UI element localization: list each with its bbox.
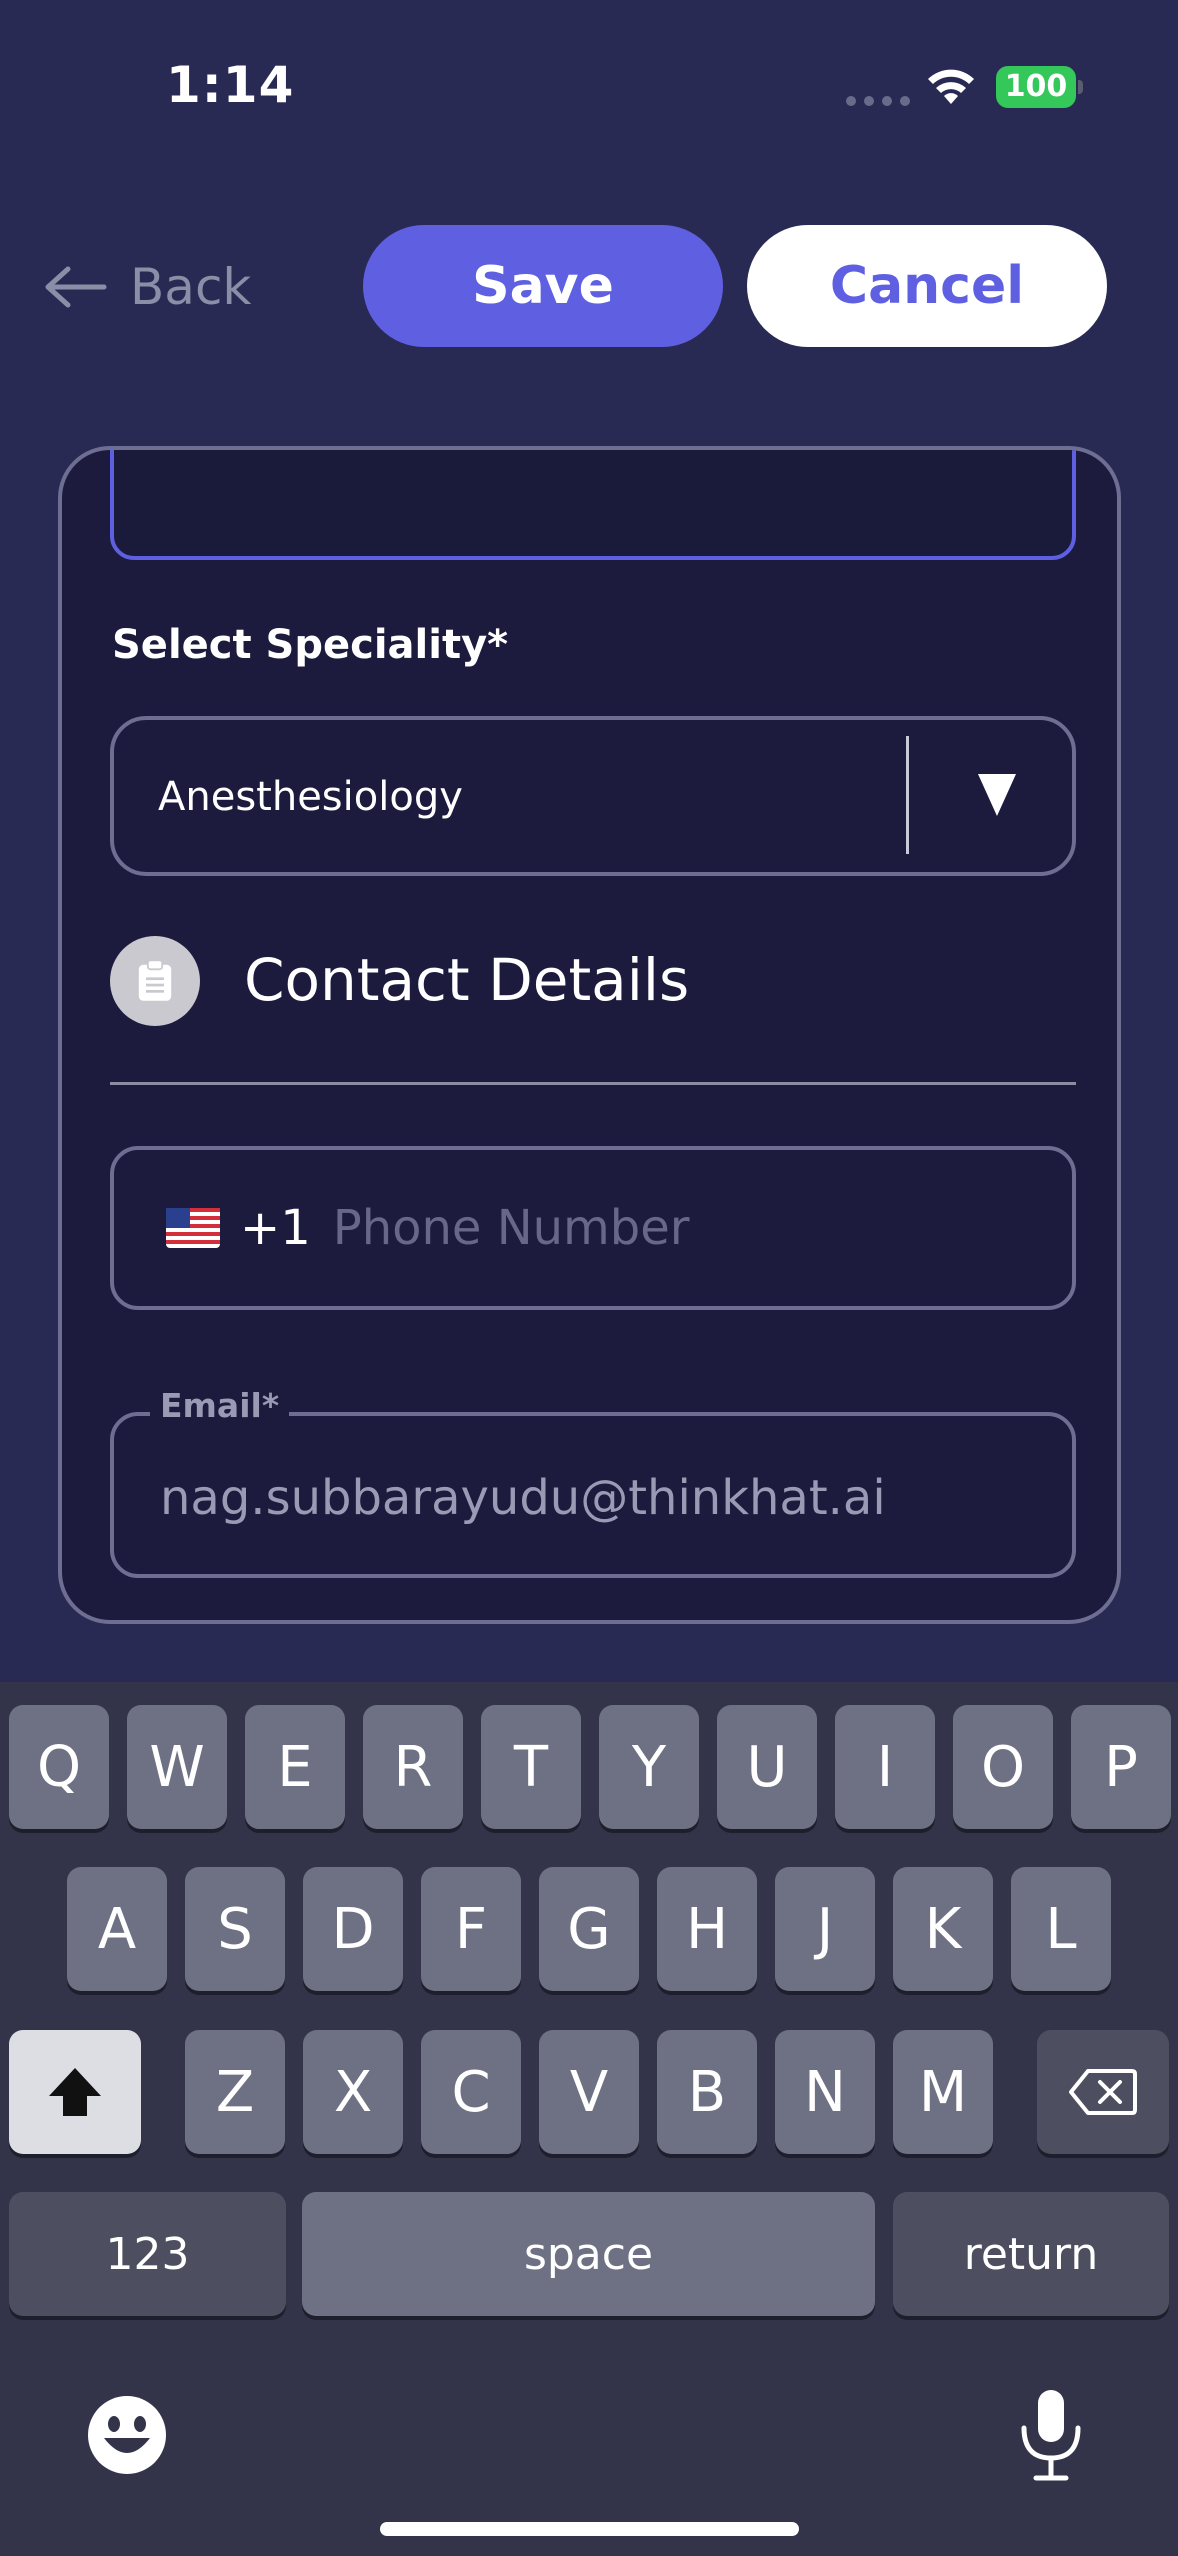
key-e[interactable]: E (245, 1705, 345, 1829)
key-b[interactable]: B (657, 2030, 757, 2154)
battery-icon: 100 (996, 66, 1076, 108)
phone-number-field[interactable]: +1 Phone Number (110, 1146, 1076, 1310)
key-p[interactable]: P (1071, 1705, 1171, 1829)
previous-text-input[interactable] (110, 450, 1076, 560)
key-o[interactable]: O (953, 1705, 1053, 1829)
cancel-button[interactable]: Cancel (747, 225, 1107, 347)
phone-number-input[interactable]: Phone Number (333, 1200, 690, 1256)
key-c[interactable]: C (421, 2030, 521, 2154)
key-h[interactable]: H (657, 1867, 757, 1991)
key-y[interactable]: Y (599, 1705, 699, 1829)
email-field[interactable]: Email* nag.subbarayudu@thinkhat.ai (110, 1386, 1076, 1578)
key-x[interactable]: X (303, 2030, 403, 2154)
key-w[interactable]: W (127, 1705, 227, 1829)
speciality-value: Anesthesiology (158, 774, 463, 820)
email-input[interactable]: nag.subbarayudu@thinkhat.ai (160, 1470, 886, 1526)
save-button[interactable]: Save (363, 225, 723, 347)
key-m[interactable]: M (893, 2030, 993, 2154)
form-card: Select Speciality* Anesthesiology Contac… (58, 446, 1121, 1624)
dropdown-arrow-icon[interactable] (978, 774, 1016, 816)
microphone-icon[interactable] (1016, 2388, 1086, 2482)
space-key[interactable]: space (302, 2192, 875, 2316)
backspace-icon (1069, 2069, 1137, 2115)
key-a[interactable]: A (67, 1867, 167, 1991)
wifi-icon (928, 69, 974, 104)
shift-key[interactable] (9, 2030, 141, 2154)
key-i[interactable]: I (835, 1705, 935, 1829)
contact-details-title: Contact Details (244, 946, 690, 1014)
email-label: Email* (150, 1386, 290, 1425)
speciality-label: Select Speciality* (112, 622, 509, 668)
us-flag-icon (166, 1208, 220, 1248)
shift-icon (49, 2068, 101, 2116)
battery-cap (1078, 80, 1083, 94)
key-q[interactable]: Q (9, 1705, 109, 1829)
key-n[interactable]: N (775, 2030, 875, 2154)
back-button[interactable]: Back (44, 252, 251, 322)
status-time: 1:14 (166, 56, 295, 114)
key-d[interactable]: D (303, 1867, 403, 1991)
emoji-icon[interactable] (86, 2394, 168, 2476)
cellular-signal-icon (846, 96, 910, 106)
key-g[interactable]: G (539, 1867, 639, 1991)
numbers-key[interactable]: 123 (9, 2192, 286, 2316)
key-s[interactable]: S (185, 1867, 285, 1991)
speciality-select[interactable]: Anesthesiology (110, 716, 1076, 876)
key-f[interactable]: F (421, 1867, 521, 1991)
home-indicator (380, 2522, 799, 2536)
key-v[interactable]: V (539, 2030, 639, 2154)
back-arrow-icon (45, 266, 107, 308)
return-key[interactable]: return (893, 2192, 1169, 2316)
clipboard-icon (110, 936, 200, 1026)
key-k[interactable]: K (893, 1867, 993, 1991)
country-code[interactable]: +1 (240, 1200, 311, 1256)
keyboard: Q W E R T Y U I O P A S D F G H J K L Z … (0, 1682, 1178, 2556)
key-u[interactable]: U (717, 1705, 817, 1829)
key-t[interactable]: T (481, 1705, 581, 1829)
back-label: Back (130, 258, 252, 316)
key-z[interactable]: Z (185, 2030, 285, 2154)
key-r[interactable]: R (363, 1705, 463, 1829)
key-l[interactable]: L (1011, 1867, 1111, 1991)
select-divider (906, 736, 909, 854)
key-j[interactable]: J (775, 1867, 875, 1991)
section-divider (110, 1082, 1076, 1085)
delete-key[interactable] (1037, 2030, 1169, 2154)
